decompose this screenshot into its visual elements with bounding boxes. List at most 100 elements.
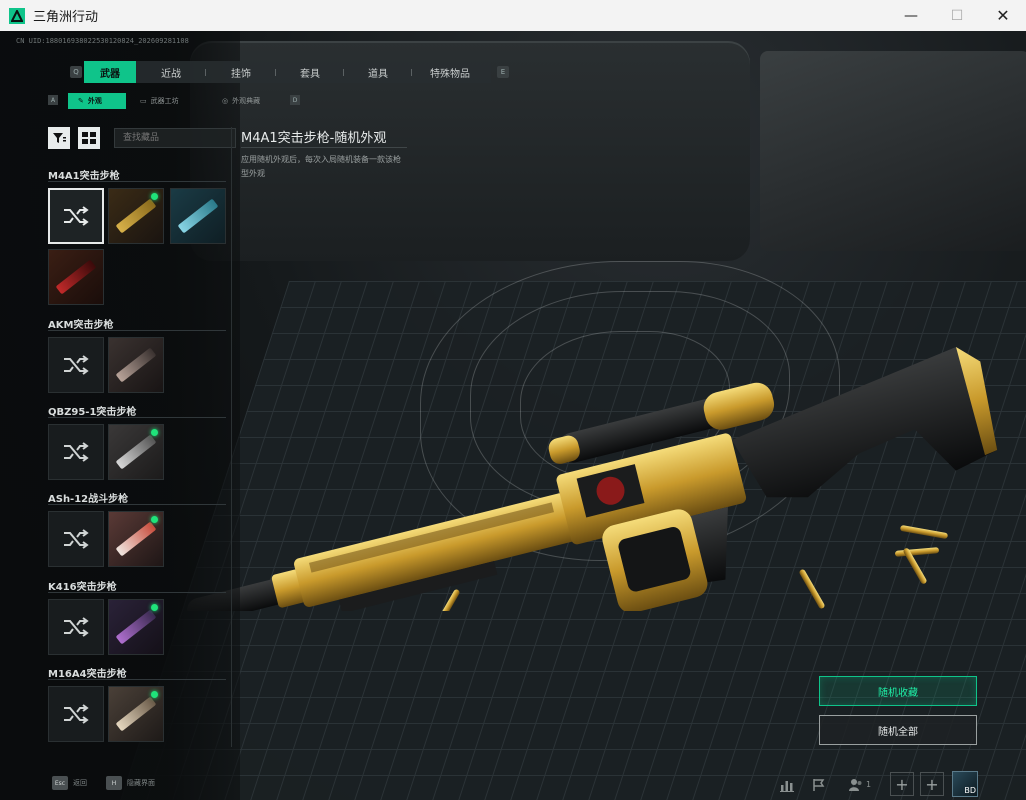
tab-prev-key[interactable]: Q	[70, 66, 82, 78]
subtab-workshop[interactable]: ▭ 武器工坊	[130, 93, 206, 109]
friends-button[interactable]: 1	[842, 769, 878, 800]
friends-icon	[848, 778, 862, 791]
window-title: 三角洲行动	[33, 10, 99, 25]
collection-icon: ◎	[222, 97, 229, 105]
subtab-next-key[interactable]: D	[290, 95, 300, 105]
friends-count: 1	[865, 780, 872, 789]
workshop-icon: ▭	[140, 97, 147, 105]
filter-toolbar	[48, 127, 236, 149]
app-logo-icon	[9, 7, 25, 24]
weapon-skin-slot[interactable]	[108, 686, 164, 742]
tab-label: 武器	[100, 68, 120, 80]
rifle-thumbnail	[115, 521, 157, 557]
category-title: M4A1突击步枪	[48, 171, 120, 182]
tab-props[interactable]: 道具	[344, 61, 412, 83]
tab-next-key[interactable]: E	[497, 66, 509, 78]
category-title: K416突击步枪	[48, 582, 117, 593]
random-skin-slot[interactable]	[48, 424, 104, 480]
shuffle-icon	[64, 617, 89, 637]
item-description: 应用随机外观后，每次入局随机装备一款该枪型外观	[241, 155, 401, 178]
maximize-button[interactable]: ☐	[934, 0, 980, 31]
rifle-model	[187, 346, 998, 611]
filter-button[interactable]	[48, 127, 70, 149]
weapon-skin-slot[interactable]	[108, 511, 164, 567]
search-input[interactable]	[114, 128, 236, 148]
weapon-skin-slot[interactable]	[108, 337, 164, 393]
flag-icon	[813, 778, 825, 791]
random-skin-slot[interactable]	[48, 686, 104, 742]
subtab-label: 外观典藏	[232, 97, 261, 105]
grid-view-button[interactable]	[78, 127, 100, 149]
tab-label: 近战	[161, 68, 181, 80]
tab-label: 挂饰	[231, 68, 251, 80]
category-title: M16A4突击步枪	[48, 669, 127, 680]
rifle-thumbnail	[115, 434, 157, 470]
uid-text: CN UID:1880169380225301208​24_2026092811…	[16, 37, 189, 45]
background-gear	[760, 51, 1026, 251]
bar-chart-icon	[780, 780, 794, 792]
hint-label: 隐藏界面	[127, 779, 155, 787]
flag-button[interactable]	[804, 769, 834, 800]
key-cap: Esc	[52, 776, 68, 790]
category-divider	[48, 592, 226, 593]
close-button[interactable]: ✕	[980, 0, 1026, 31]
random-favorites-button[interactable]: 随机收藏	[819, 676, 977, 706]
panel-divider	[231, 127, 232, 747]
add-slot-button[interactable]: +	[920, 772, 944, 796]
category-divider	[48, 181, 226, 182]
rifle-thumbnail	[55, 259, 97, 295]
tab-special-items[interactable]: 特殊物品	[412, 61, 488, 83]
random-skin-slot[interactable]	[48, 511, 104, 567]
random-skin-slot[interactable]	[48, 337, 104, 393]
new-badge	[151, 516, 158, 523]
tab-outfits[interactable]: 套具	[276, 61, 344, 83]
shuffle-icon	[64, 355, 89, 375]
weapon-skin-slot[interactable]	[170, 188, 226, 244]
grid-icon	[82, 132, 96, 144]
bottom-bar: Esc 返回 H 隐藏界面 1 + + BD	[0, 769, 1026, 800]
tab-charms[interactable]: 挂饰	[206, 61, 276, 83]
hide-ui-hint[interactable]: H 隐藏界面	[106, 776, 155, 790]
category-divider	[48, 504, 226, 505]
new-badge	[151, 604, 158, 611]
add-slot-button[interactable]: +	[890, 772, 914, 796]
plus-icon: +	[895, 774, 909, 794]
weapon-skin-slot[interactable]	[108, 188, 164, 244]
rifle-thumbnail	[115, 696, 157, 732]
game-stage: CN UID:1880169380225301208​24_2026092811…	[0, 31, 1026, 800]
tab-melee[interactable]: 近战	[136, 61, 206, 83]
shuffle-icon	[64, 206, 89, 226]
player-avatar[interactable]: BD	[952, 771, 978, 797]
key-cap: H	[106, 776, 122, 790]
stats-button[interactable]	[772, 769, 802, 800]
minimize-button[interactable]: —	[888, 0, 934, 31]
filter-icon	[53, 133, 66, 143]
subtab-label: 武器工坊	[150, 97, 179, 105]
rifle-thumbnail	[177, 198, 219, 234]
tab-weapons[interactable]: 武器	[84, 61, 136, 83]
random-all-button[interactable]: 随机全部	[819, 715, 977, 745]
subtab-appearance[interactable]: ✎ 外观	[68, 93, 126, 109]
random-skin-slot[interactable]	[48, 188, 104, 244]
window-titlebar: 三角洲行动 — ☐ ✕	[0, 0, 1026, 31]
weapon-skin-slot[interactable]	[48, 249, 104, 305]
subtab-label: 外观	[87, 97, 102, 105]
esc-back-hint[interactable]: Esc 返回	[52, 776, 87, 790]
subtab-collection[interactable]: ◎ 外观典藏	[212, 93, 288, 109]
rifle-thumbnail	[115, 198, 157, 234]
rifle-thumbnail	[115, 609, 157, 645]
weapon-skin-slot[interactable]	[108, 424, 164, 480]
item-title: M4A1突击步枪-随机外观	[241, 131, 387, 146]
category-title: QBZ95-1突击步枪	[48, 407, 137, 418]
random-skin-slot[interactable]	[48, 599, 104, 655]
category-divider	[48, 330, 226, 331]
category-title: AKM突击步枪	[48, 320, 114, 331]
new-badge	[151, 691, 158, 698]
hint-label: 返回	[73, 779, 87, 787]
category-divider	[48, 679, 226, 680]
new-badge	[151, 193, 158, 200]
subtab-prev-key[interactable]: A	[48, 95, 58, 105]
avatar-badge: BD	[964, 786, 976, 795]
weapon-skin-slot[interactable]	[108, 599, 164, 655]
item-title-underline	[241, 147, 407, 148]
